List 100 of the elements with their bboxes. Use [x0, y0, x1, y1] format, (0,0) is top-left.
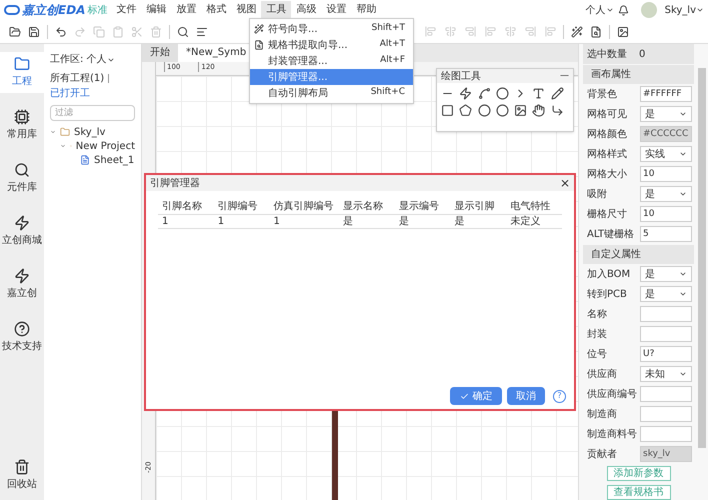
- help-button[interactable]: ?: [553, 390, 566, 402]
- ellipse-tool-icon[interactable]: [496, 104, 509, 117]
- section-header[interactable]: 画布属性: [583, 65, 694, 84]
- save-icon[interactable]: [28, 26, 40, 38]
- property-label: 选中数量: [587, 48, 627, 62]
- table-cell-text: 1: [161, 215, 170, 229]
- rail-tab[interactable]: 回收站: [0, 455, 44, 496]
- scrollbar[interactable]: [698, 68, 706, 448]
- open-icon[interactable]: [9, 26, 21, 38]
- circle-tool-icon[interactable]: [478, 104, 491, 117]
- logo-icon: [4, 5, 20, 15]
- bezier-tool-icon[interactable]: [478, 87, 491, 100]
- workspace-selector[interactable]: 工作区: 个人: [50, 52, 135, 67]
- menu-item[interactable]: 视图: [231, 1, 262, 19]
- section-header[interactable]: 自定义属性: [583, 245, 694, 264]
- pan-tool-icon[interactable]: [532, 104, 546, 117]
- menu-item[interactable]: 格式: [201, 1, 232, 19]
- property-label: 贡献者: [587, 448, 617, 462]
- column-header: 仿真引脚编号: [272, 200, 334, 214]
- property-label: 供应商: [587, 368, 617, 382]
- input-field[interactable]: 5: [640, 226, 692, 242]
- caret-icon: [679, 110, 687, 118]
- rail-tab[interactable]: 立创商城: [0, 211, 44, 252]
- table-cell-text: 未定义: [509, 214, 542, 229]
- input-field[interactable]: [640, 386, 692, 402]
- wand-icon[interactable]: [571, 26, 583, 38]
- menu-item[interactable]: 文件: [111, 1, 142, 19]
- input-field[interactable]: [640, 306, 692, 322]
- column-header: 引脚名称: [161, 200, 203, 214]
- confirm-button[interactable]: 确定: [450, 387, 502, 405]
- check-icon: [460, 392, 468, 400]
- select-field[interactable]: 未知: [640, 366, 692, 382]
- input-field[interactable]: U?: [640, 346, 692, 362]
- select-field[interactable]: 是: [640, 266, 692, 282]
- close-button[interactable]: ×: [560, 177, 570, 189]
- input-field[interactable]: [640, 426, 692, 442]
- table-cell-text: 是: [454, 215, 466, 229]
- image-tool-icon[interactable]: [514, 104, 528, 117]
- menu-item[interactable]: 高级: [291, 1, 322, 19]
- property-label: 网格颜色: [587, 128, 627, 142]
- column-header: 显示编号: [398, 200, 440, 214]
- property-label: 供应商编号: [587, 388, 637, 402]
- cancel-button[interactable]: 取消: [507, 387, 545, 405]
- select-field[interactable]: 是: [640, 286, 692, 302]
- select-field[interactable]: 是: [640, 106, 692, 122]
- input-field[interactable]: #FFFFFF: [640, 86, 692, 102]
- image-icon[interactable]: [617, 26, 629, 38]
- tree-item[interactable]: Sheet_1: [94, 152, 134, 168]
- tree-item[interactable]: New Project: [76, 138, 135, 154]
- rail-tab[interactable]: 嘉立创: [0, 264, 44, 305]
- opened-tab[interactable]: 已打开工: [50, 86, 90, 101]
- all-projects-tab[interactable]: 所有工程(1): [50, 71, 104, 86]
- property-label: 网格大小: [587, 168, 627, 182]
- menu-item[interactable]: 工具: [261, 1, 292, 19]
- property-label: 背景色: [587, 88, 617, 102]
- menu-entry[interactable]: 符号向导... Shift+T: [250, 21, 413, 37]
- rail-tab[interactable]: 元件库: [0, 158, 44, 199]
- select-field[interactable]: 实线: [640, 146, 692, 162]
- menu-entry[interactable]: 引脚管理器...: [250, 69, 413, 85]
- property-label: 制造商料号: [587, 428, 637, 442]
- pencil-tool-icon[interactable]: [550, 87, 564, 100]
- menu-item[interactable]: 编辑: [141, 1, 172, 19]
- rail-tab[interactable]: 常用库: [0, 105, 44, 146]
- rectangle-tool-icon[interactable]: [441, 104, 454, 117]
- arc-tool-icon[interactable]: [496, 87, 509, 100]
- text-align-icon[interactable]: [196, 26, 208, 38]
- rail-tab[interactable]: 技术支持: [0, 317, 44, 358]
- search-icon[interactable]: [177, 26, 189, 38]
- input-field[interactable]: 10: [640, 206, 692, 222]
- property-label: 网格可见: [587, 108, 627, 122]
- wire-tool-icon[interactable]: [459, 87, 472, 100]
- text-tool-icon[interactable]: [532, 87, 546, 100]
- filter-field[interactable]: 过滤: [50, 105, 135, 121]
- column-header: 显示名称: [342, 200, 384, 214]
- notification-icon[interactable]: [618, 4, 629, 16]
- document-search-icon[interactable]: [590, 26, 602, 38]
- user-menu[interactable]: Sky_lv: [664, 2, 704, 18]
- input-field[interactable]: [640, 406, 692, 422]
- table-cell-text: 是: [398, 215, 410, 229]
- undo-icon[interactable]: [55, 26, 67, 38]
- input-field[interactable]: [640, 326, 692, 342]
- corner-tool-icon[interactable]: [550, 104, 564, 117]
- help-icon: [14, 321, 30, 337]
- document-tab[interactable]: 开始: [142, 44, 178, 62]
- caret-icon: [606, 6, 614, 14]
- tree-item[interactable]: Sky_lv: [74, 124, 106, 140]
- menu-entry[interactable]: 自动引脚布局 Shift+C: [250, 85, 413, 101]
- column-header: 电气特性: [509, 200, 552, 214]
- rail-tab[interactable]: 工程: [0, 52, 44, 93]
- input-field[interactable]: 10: [640, 166, 692, 182]
- menu-item[interactable]: 设置: [321, 1, 352, 19]
- polygon-tool-icon[interactable]: [459, 104, 472, 117]
- property-label: 封装: [587, 328, 607, 342]
- workspace-menu[interactable]: 个人: [586, 2, 614, 18]
- menu-item[interactable]: 帮助: [351, 1, 382, 19]
- menu-item[interactable]: 放置: [171, 1, 202, 19]
- select-field[interactable]: 是: [640, 186, 692, 202]
- minimize-button[interactable]: —: [560, 72, 569, 80]
- property-label: 加入BOM: [587, 268, 630, 282]
- property-label: 转到PCB: [587, 288, 627, 302]
